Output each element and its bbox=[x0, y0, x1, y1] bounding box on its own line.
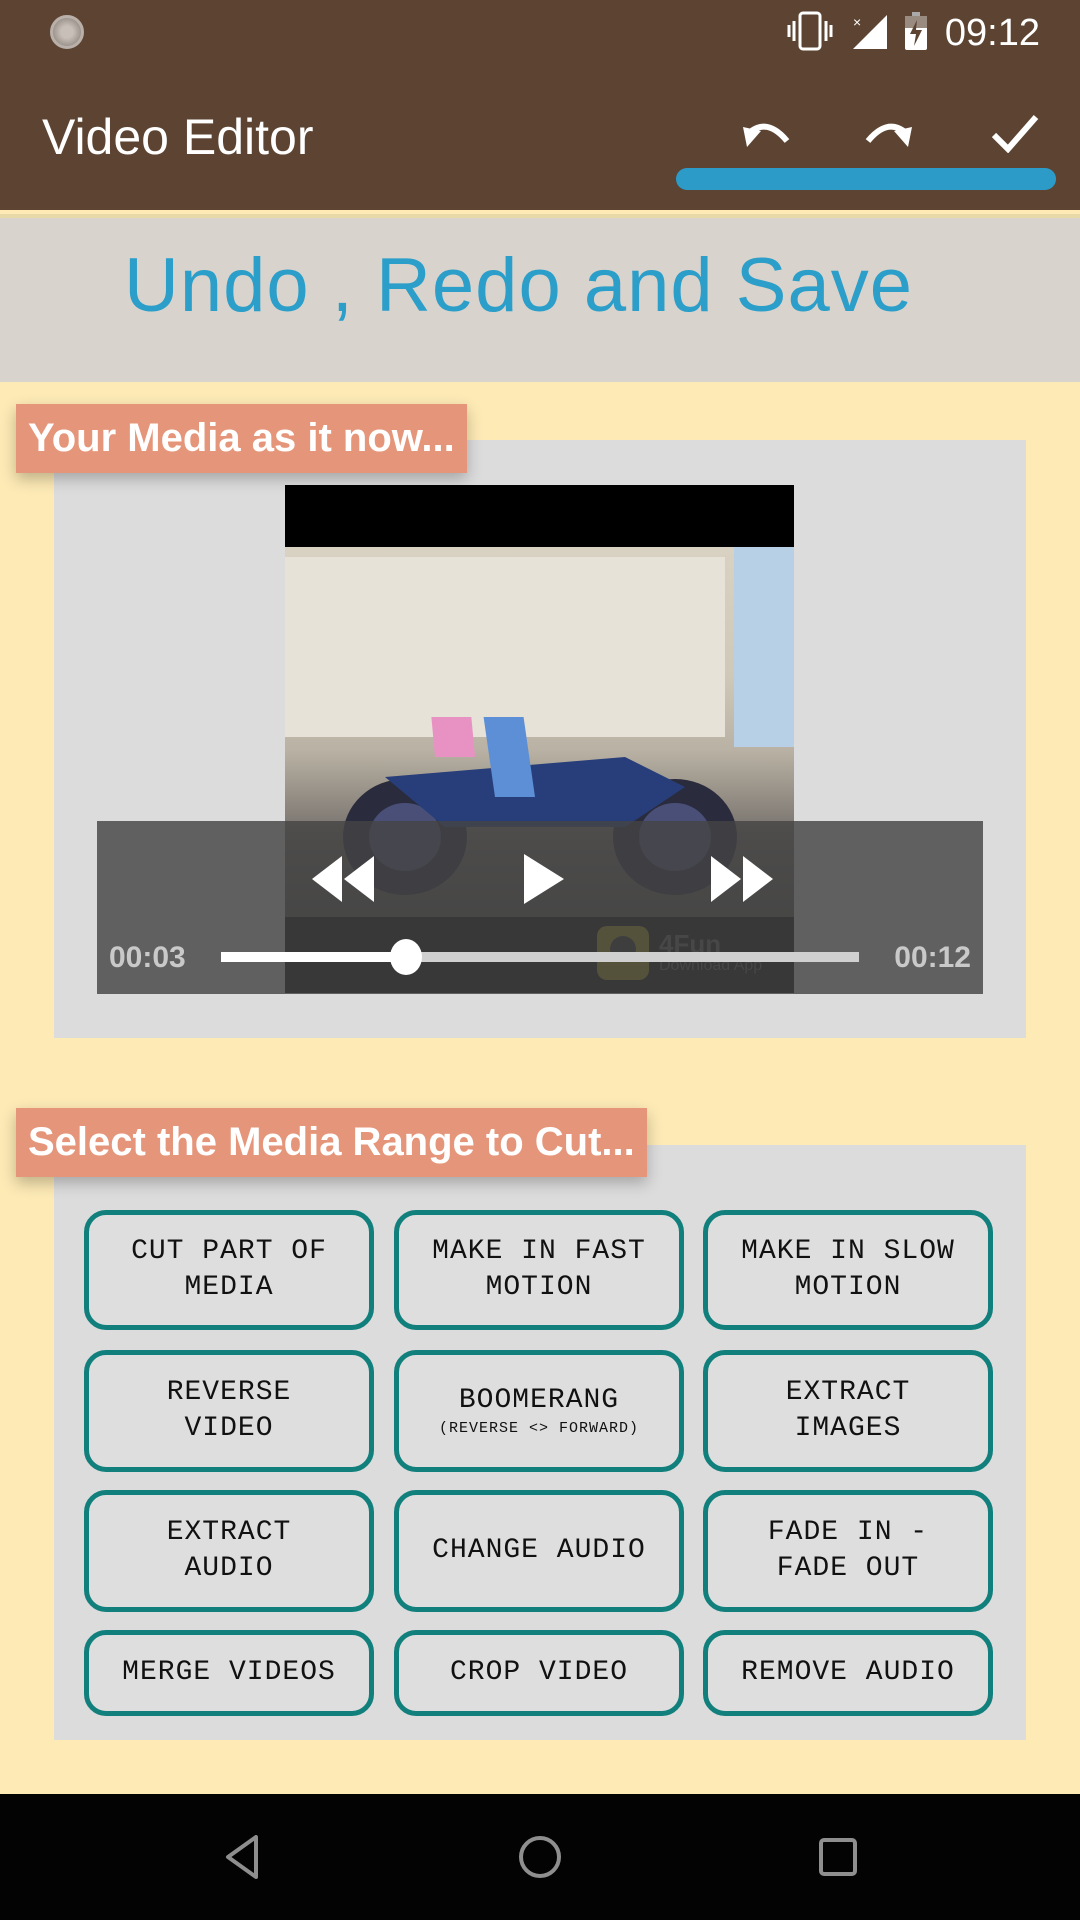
undo-button[interactable] bbox=[725, 100, 805, 170]
tool-button-label: CUT PART OF bbox=[131, 1236, 327, 1267]
player-controls: 00:03 00:12 bbox=[97, 821, 983, 994]
scene-building bbox=[285, 557, 725, 737]
redo-button[interactable] bbox=[850, 100, 930, 170]
navigation-bar bbox=[0, 1794, 1080, 1920]
seek-bar[interactable] bbox=[221, 939, 859, 975]
media-section-label: Your Media as it now... bbox=[16, 404, 467, 473]
status-time: 09:12 bbox=[944, 11, 1040, 54]
tool-button[interactable]: MAKE IN FAST MOTION bbox=[394, 1210, 684, 1330]
tool-button-sublabel: (REVERSE <> FORWARD) bbox=[438, 1420, 640, 1437]
tool-button[interactable]: REVERSE VIDEO bbox=[84, 1350, 374, 1472]
tool-button[interactable]: CROP VIDEO bbox=[394, 1630, 684, 1716]
recents-button[interactable] bbox=[798, 1824, 878, 1894]
tool-button[interactable]: CUT PART OF MEDIA bbox=[84, 1210, 374, 1330]
vibrate-icon bbox=[787, 11, 833, 56]
tool-button[interactable]: BOOMERANG (REVERSE <> FORWARD) bbox=[394, 1350, 684, 1472]
app-title: Video Editor bbox=[42, 109, 314, 165]
tool-button-label: IMAGES bbox=[794, 1413, 902, 1444]
tool-button[interactable]: MAKE IN SLOW MOTION bbox=[703, 1210, 993, 1330]
check-icon bbox=[990, 113, 1040, 158]
tool-button-label: CHANGE AUDIO bbox=[432, 1535, 646, 1566]
svg-text:×: × bbox=[853, 14, 861, 30]
back-button[interactable] bbox=[202, 1824, 282, 1894]
home-icon bbox=[518, 1835, 562, 1884]
fast-forward-button[interactable] bbox=[700, 851, 780, 911]
tool-button[interactable]: REMOVE AUDIO bbox=[703, 1630, 993, 1716]
tool-button-label: REVERSE bbox=[166, 1377, 292, 1408]
tool-button[interactable]: CHANGE AUDIO bbox=[394, 1490, 684, 1612]
home-button[interactable] bbox=[500, 1824, 580, 1894]
tool-button-label: MEDIA bbox=[184, 1272, 274, 1303]
tool-button-label: MAKE IN FAST bbox=[432, 1236, 646, 1267]
banner-text: Undo , Redo and Save bbox=[124, 243, 913, 328]
tool-button[interactable]: FADE IN - FADE OUT bbox=[703, 1490, 993, 1612]
total-time: 00:12 bbox=[894, 941, 971, 974]
tool-button-label: REMOVE AUDIO bbox=[741, 1657, 955, 1688]
current-time: 00:03 bbox=[109, 941, 186, 974]
loading-spinner-icon bbox=[50, 15, 84, 49]
tool-button-label: MAKE IN SLOW bbox=[741, 1236, 955, 1267]
undo-icon bbox=[737, 113, 793, 158]
rewind-button[interactable] bbox=[305, 851, 385, 911]
redo-icon bbox=[862, 113, 918, 158]
rewind-icon bbox=[312, 855, 378, 907]
battery-charging-icon bbox=[904, 11, 927, 55]
play-button[interactable] bbox=[505, 851, 585, 911]
highlight-annotation bbox=[676, 168, 1056, 190]
back-icon bbox=[222, 1834, 262, 1884]
save-button[interactable] bbox=[975, 100, 1055, 170]
seek-progress bbox=[221, 952, 407, 962]
tool-button[interactable]: MERGE VIDEOS bbox=[84, 1630, 374, 1716]
tool-button-label: MERGE VIDEOS bbox=[122, 1657, 336, 1688]
tool-button-label: FADE IN - bbox=[767, 1517, 929, 1548]
fast-forward-icon bbox=[707, 855, 773, 907]
tutorial-banner: Undo , Redo and Save bbox=[0, 214, 1080, 382]
tool-button-label: MOTION bbox=[794, 1272, 902, 1303]
tool-button-label: BOOMERANG bbox=[458, 1385, 620, 1416]
tool-button[interactable]: EXTRACT IMAGES bbox=[703, 1350, 993, 1472]
tool-button-label: CROP VIDEO bbox=[449, 1657, 629, 1688]
tool-button[interactable]: EXTRACT AUDIO bbox=[84, 1490, 374, 1612]
status-bar: × 09:12 bbox=[787, 8, 1040, 58]
no-signal-icon: × bbox=[851, 13, 887, 54]
recents-icon bbox=[818, 1837, 858, 1882]
tool-button-label: EXTRACT bbox=[785, 1377, 911, 1408]
tools-section-label: Select the Media Range to Cut... bbox=[16, 1108, 647, 1177]
app-bar: × 09:12 Video Editor bbox=[0, 0, 1080, 210]
tool-button-label: FADE OUT bbox=[776, 1553, 920, 1584]
tool-button-label: AUDIO bbox=[184, 1553, 274, 1584]
seek-thumb[interactable] bbox=[390, 939, 423, 975]
tool-button-label: MOTION bbox=[485, 1272, 593, 1303]
tool-button-label: EXTRACT bbox=[166, 1517, 292, 1548]
tool-button-label: VIDEO bbox=[184, 1413, 274, 1444]
play-icon bbox=[524, 853, 566, 909]
